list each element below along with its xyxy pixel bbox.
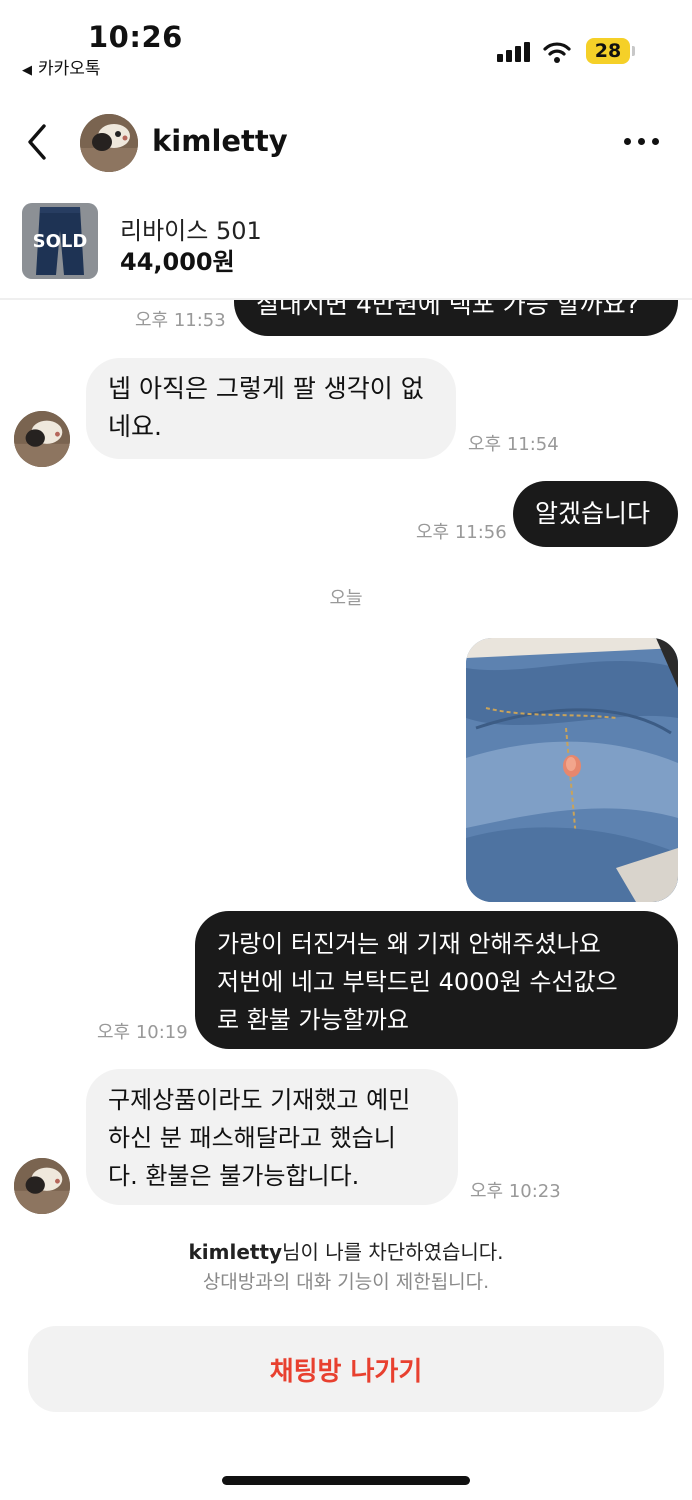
partner-message-bubble[interactable]: 넵 아직은 그렇게 팔 생각이 없 네요.: [86, 358, 456, 459]
wifi-icon: [543, 40, 571, 64]
photo-message[interactable]: [466, 638, 678, 902]
status-time: 10:26: [88, 20, 183, 54]
blocker-name: kimletty: [188, 1240, 283, 1264]
partner-message-bubble[interactable]: 구제상품이라도 기재했고 예민 하신 분 패스해달라고 했습니 다. 환불은 불…: [86, 1069, 458, 1205]
message-line: 다. 환불은 불가능합니다.: [108, 1162, 360, 1190]
battery-icon: 28: [586, 38, 630, 64]
more-horizontal-icon[interactable]: [624, 138, 660, 148]
leave-chat-button[interactable]: 채팅방 나가기: [28, 1326, 664, 1412]
block-notice: kimletty님이 나를 차단하였습니다.: [0, 1236, 692, 1265]
my-message-bubble[interactable]: 알겠습니다: [513, 481, 678, 547]
battery-tip: [632, 46, 635, 56]
date-separator: 오늘: [329, 588, 363, 609]
message-line: 가랑이 터진거는 왜 기재 안해주셨나요: [217, 930, 601, 958]
message-text: 알겠습니다: [535, 499, 651, 528]
back-triangle-icon: ◀: [22, 63, 32, 78]
message-timestamp: 오후 10:23: [470, 1181, 561, 1202]
message-line: 네요.: [108, 412, 162, 441]
my-message-bubble[interactable]: 절대치면 4만원에 택포 가능 할까요?: [234, 300, 678, 336]
back-button[interactable]: [22, 122, 58, 162]
back-to-app-link[interactable]: ◀ 카카오톡: [22, 54, 101, 79]
message-line: 로 환불 가능할까요: [217, 1006, 409, 1034]
product-price: 44,000원: [120, 248, 235, 276]
restriction-notice: 상대방과의 대화 기능이 제한됩니다.: [202, 1271, 490, 1293]
message-text: 절대치면 4만원에 택포 가능 할까요?: [256, 300, 639, 319]
partner-avatar[interactable]: [14, 1158, 70, 1214]
chevron-left-icon: [28, 124, 46, 160]
message-timestamp: 오후 11:56: [416, 522, 507, 543]
product-name[interactable]: 리바이스 501: [120, 211, 262, 246]
home-indicator[interactable]: [222, 1476, 470, 1485]
message-line: 하신 분 패스해달라고 했습니: [108, 1124, 396, 1152]
product-thumbnail[interactable]: SOLD: [22, 203, 98, 279]
header-divider: [0, 298, 692, 300]
block-notice-text: 님이 나를 차단하였습니다.: [282, 1240, 504, 1264]
message-line: 넵 아직은 그렇게 팔 생각이 없: [108, 374, 424, 403]
partner-avatar[interactable]: [14, 411, 70, 467]
battery-level: 28: [594, 40, 622, 62]
cellular-signal-icon: [497, 40, 533, 62]
chat-partner-name[interactable]: kimletty: [152, 124, 288, 158]
my-message-bubble[interactable]: 가랑이 터진거는 왜 기재 안해주셨나요 저번에 네고 부탁드린 4000원 수…: [195, 911, 678, 1049]
message-line: 저번에 네고 부탁드린 4000원 수선값으: [217, 968, 618, 996]
sold-badge: SOLD: [22, 203, 98, 279]
back-app-label: 카카오톡: [38, 59, 101, 79]
message-timestamp: 오후 10:19: [97, 1022, 188, 1043]
header-avatar[interactable]: [80, 114, 138, 172]
message-line: 구제상품이라도 기재했고 예민: [108, 1086, 411, 1114]
message-timestamp: 오후 11:53: [135, 310, 226, 331]
message-timestamp: 오후 11:54: [468, 434, 559, 455]
